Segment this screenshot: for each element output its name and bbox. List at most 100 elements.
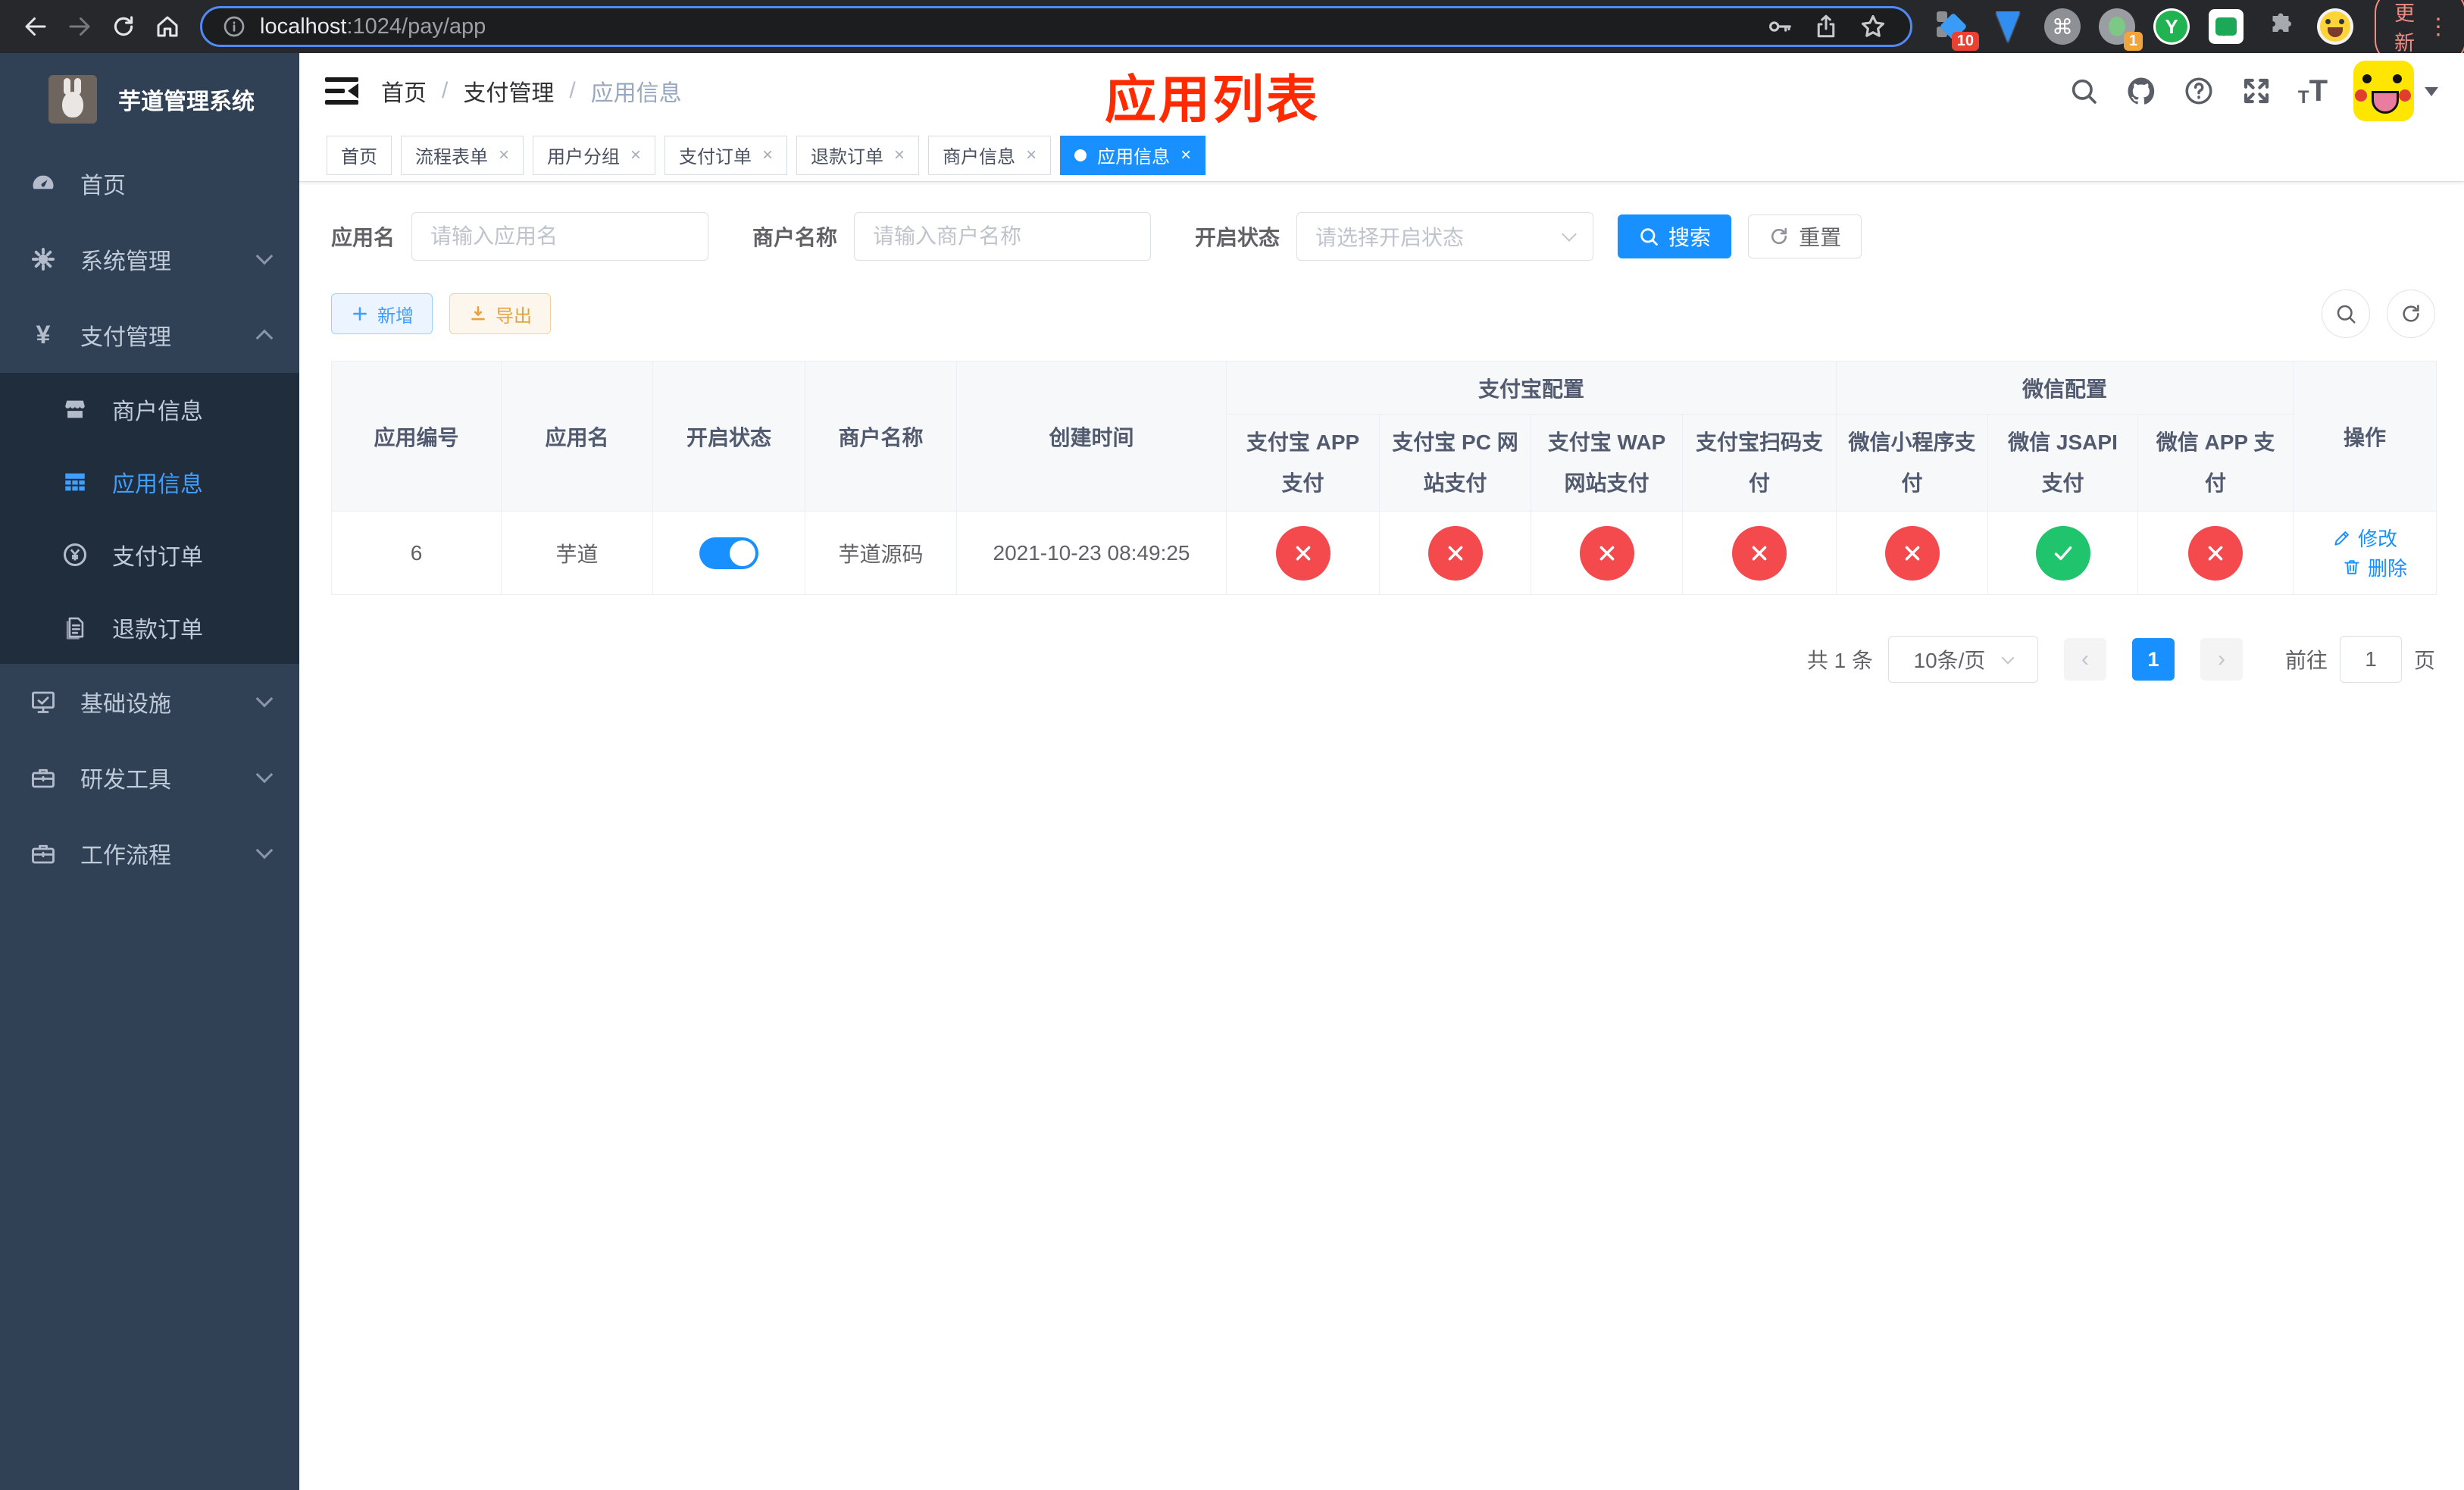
tab-process-form[interactable]: 流程表单 ×: [401, 135, 524, 175]
col-header-status: 开启状态: [652, 361, 805, 512]
browser-home-button[interactable]: [145, 5, 189, 49]
grid-table-icon: [61, 468, 89, 496]
app-table: 应用编号 应用名 开启状态 商户名称 创建时间 支付宝配置 微信配置 操作 支付…: [331, 361, 2437, 595]
main-area: 首页 / 支付管理 / 应用信息 应用列表 T T 首页 流程表单 × 用户分组…: [299, 53, 2464, 1490]
next-page-button[interactable]: ›: [2200, 638, 2243, 681]
sidebar-item-home[interactable]: 首页: [0, 146, 299, 221]
sidebar-item-workflow[interactable]: 工作流程: [0, 815, 299, 891]
extension-icon-kite[interactable]: [1988, 7, 2028, 46]
help-button[interactable]: [2183, 75, 2215, 107]
cell-alipay-pc: [1379, 511, 1531, 595]
sidebar-item-label: 工作流程: [80, 844, 171, 869]
browser-forward-button[interactable]: [58, 5, 102, 49]
breadcrumb-payment[interactable]: 支付管理: [463, 74, 554, 108]
github-button[interactable]: [2125, 75, 2157, 107]
sidebar-fold-icon[interactable]: [325, 77, 358, 105]
tab-user-group[interactable]: 用户分组 ×: [533, 135, 656, 175]
extension-icon-recorder[interactable]: 1: [2097, 7, 2143, 51]
app-name-input[interactable]: [411, 212, 709, 261]
kite-icon: [1996, 11, 2020, 42]
export-button[interactable]: 导出: [449, 293, 551, 334]
close-icon[interactable]: ×: [894, 145, 905, 166]
star-icon: [1861, 14, 1885, 37]
pagination-total: 共 1 条: [1806, 649, 1873, 672]
font-size-button[interactable]: TT: [2298, 74, 2328, 108]
shop-icon: [61, 395, 89, 424]
col-header-wx-jsapi: 微信 JSAPI 支付: [1987, 414, 2139, 512]
key-icon: [1769, 21, 1791, 32]
bookmark-star-button[interactable]: [1856, 9, 1890, 44]
password-key-button[interactable]: [1762, 9, 1796, 44]
tab-merchant-info[interactable]: 商户信息 ×: [928, 135, 1052, 175]
plus-icon: [353, 307, 367, 321]
extension-icon-y[interactable]: Y: [2152, 7, 2191, 46]
app-title: 芋道管理系统: [118, 89, 255, 114]
sidebar: 芋道管理系统 首页 系统管理 ¥ 支付管理 商户信息 应用信息 支付订单 退款订…: [0, 53, 299, 1490]
cell-wx-jsapi: [1987, 511, 2139, 595]
merchant-name-label: 商户名称: [752, 226, 838, 249]
chevron-down-icon: [255, 765, 274, 784]
site-info-icon[interactable]: [222, 14, 246, 39]
edit-link[interactable]: 修改: [2332, 524, 2397, 552]
close-icon[interactable]: ×: [630, 145, 641, 166]
close-icon[interactable]: ×: [1026, 145, 1037, 166]
status-toggle[interactable]: [699, 537, 758, 569]
close-icon[interactable]: ×: [762, 145, 773, 166]
close-icon[interactable]: ×: [1180, 145, 1191, 166]
sidebar-item-payment[interactable]: ¥ 支付管理: [0, 297, 299, 373]
tab-refund-orders[interactable]: 退款订单 ×: [796, 135, 920, 175]
col-header-alipay-pc: 支付宝 PC 网站支付: [1379, 414, 1531, 512]
merchant-name-input[interactable]: [854, 212, 1152, 261]
extensions-menu-button[interactable]: [2261, 7, 2300, 46]
delete-link[interactable]: 删除: [2342, 553, 2407, 581]
sidebar-item-dev-tools[interactable]: 研发工具: [0, 740, 299, 815]
download-icon: [471, 306, 485, 321]
page-number-1[interactable]: 1: [2131, 638, 2175, 681]
question-icon: [2185, 77, 2212, 105]
sidebar-item-label: 支付订单: [112, 545, 203, 570]
browser-back-button[interactable]: [14, 5, 58, 49]
browser-menu-kebab-icon[interactable]: ⋮: [2427, 14, 2450, 40]
tab-home[interactable]: 首页 ×: [327, 135, 392, 175]
fullscreen-button[interactable]: [2240, 75, 2272, 107]
reset-button[interactable]: 重置: [1748, 214, 1862, 258]
refresh-icon: [1771, 227, 1787, 245]
extension-icon-tabs[interactable]: 10: [1934, 7, 1979, 51]
command-icon: ⌘: [2044, 8, 2081, 45]
sidebar-item-refund-orders[interactable]: 退款订单: [0, 591, 299, 664]
share-button[interactable]: [1809, 9, 1843, 44]
sidebar-item-system[interactable]: 系统管理: [0, 221, 299, 297]
page-annotation-title: 应用列表: [1104, 71, 1321, 129]
page-size-select[interactable]: 10条/页: [1887, 636, 2038, 683]
group-header-wechat: 微信配置: [1836, 361, 2294, 415]
toggle-search-button[interactable]: [2322, 290, 2370, 338]
tab-app-info[interactable]: 应用信息 ×: [1060, 135, 1206, 175]
prev-page-button[interactable]: ‹: [2063, 638, 2106, 681]
extension-icon-chat[interactable]: [2206, 7, 2246, 46]
url-bar[interactable]: localhost:1024/pay/app: [200, 6, 1912, 47]
sidebar-item-app-info[interactable]: 应用信息: [0, 446, 299, 518]
sidebar-logo[interactable]: 芋道管理系统: [0, 53, 299, 146]
add-button[interactable]: 新增: [331, 293, 433, 334]
status-select[interactable]: 请选择开启状态: [1296, 212, 1594, 261]
sidebar-item-merchant-info[interactable]: 商户信息: [0, 373, 299, 446]
cell-created: 2021-10-23 08:49:25: [956, 511, 1227, 595]
extension-icon-command[interactable]: ⌘: [2043, 7, 2082, 46]
breadcrumb-current: 应用信息: [590, 81, 682, 106]
search-submit-button[interactable]: 搜索: [1618, 214, 1732, 258]
yen-icon: ¥: [36, 320, 51, 349]
profile-avatar-button[interactable]: [2315, 7, 2355, 46]
channel-status-icon: [1579, 525, 1634, 581]
chevron-down-icon: [255, 690, 274, 708]
refresh-table-button[interactable]: [2387, 290, 2435, 338]
breadcrumb-home[interactable]: 首页: [381, 74, 427, 108]
sidebar-item-pay-orders[interactable]: 支付订单: [0, 518, 299, 591]
close-icon[interactable]: ×: [499, 145, 509, 166]
tab-pay-orders[interactable]: 支付订单 ×: [664, 135, 788, 175]
search-button[interactable]: [2068, 75, 2100, 107]
update-label: 更新: [2394, 2, 2415, 55]
browser-reload-button[interactable]: [102, 5, 145, 49]
goto-page-input[interactable]: [2339, 636, 2402, 683]
user-menu[interactable]: [2353, 61, 2438, 121]
sidebar-item-infra[interactable]: 基础设施: [0, 664, 299, 740]
